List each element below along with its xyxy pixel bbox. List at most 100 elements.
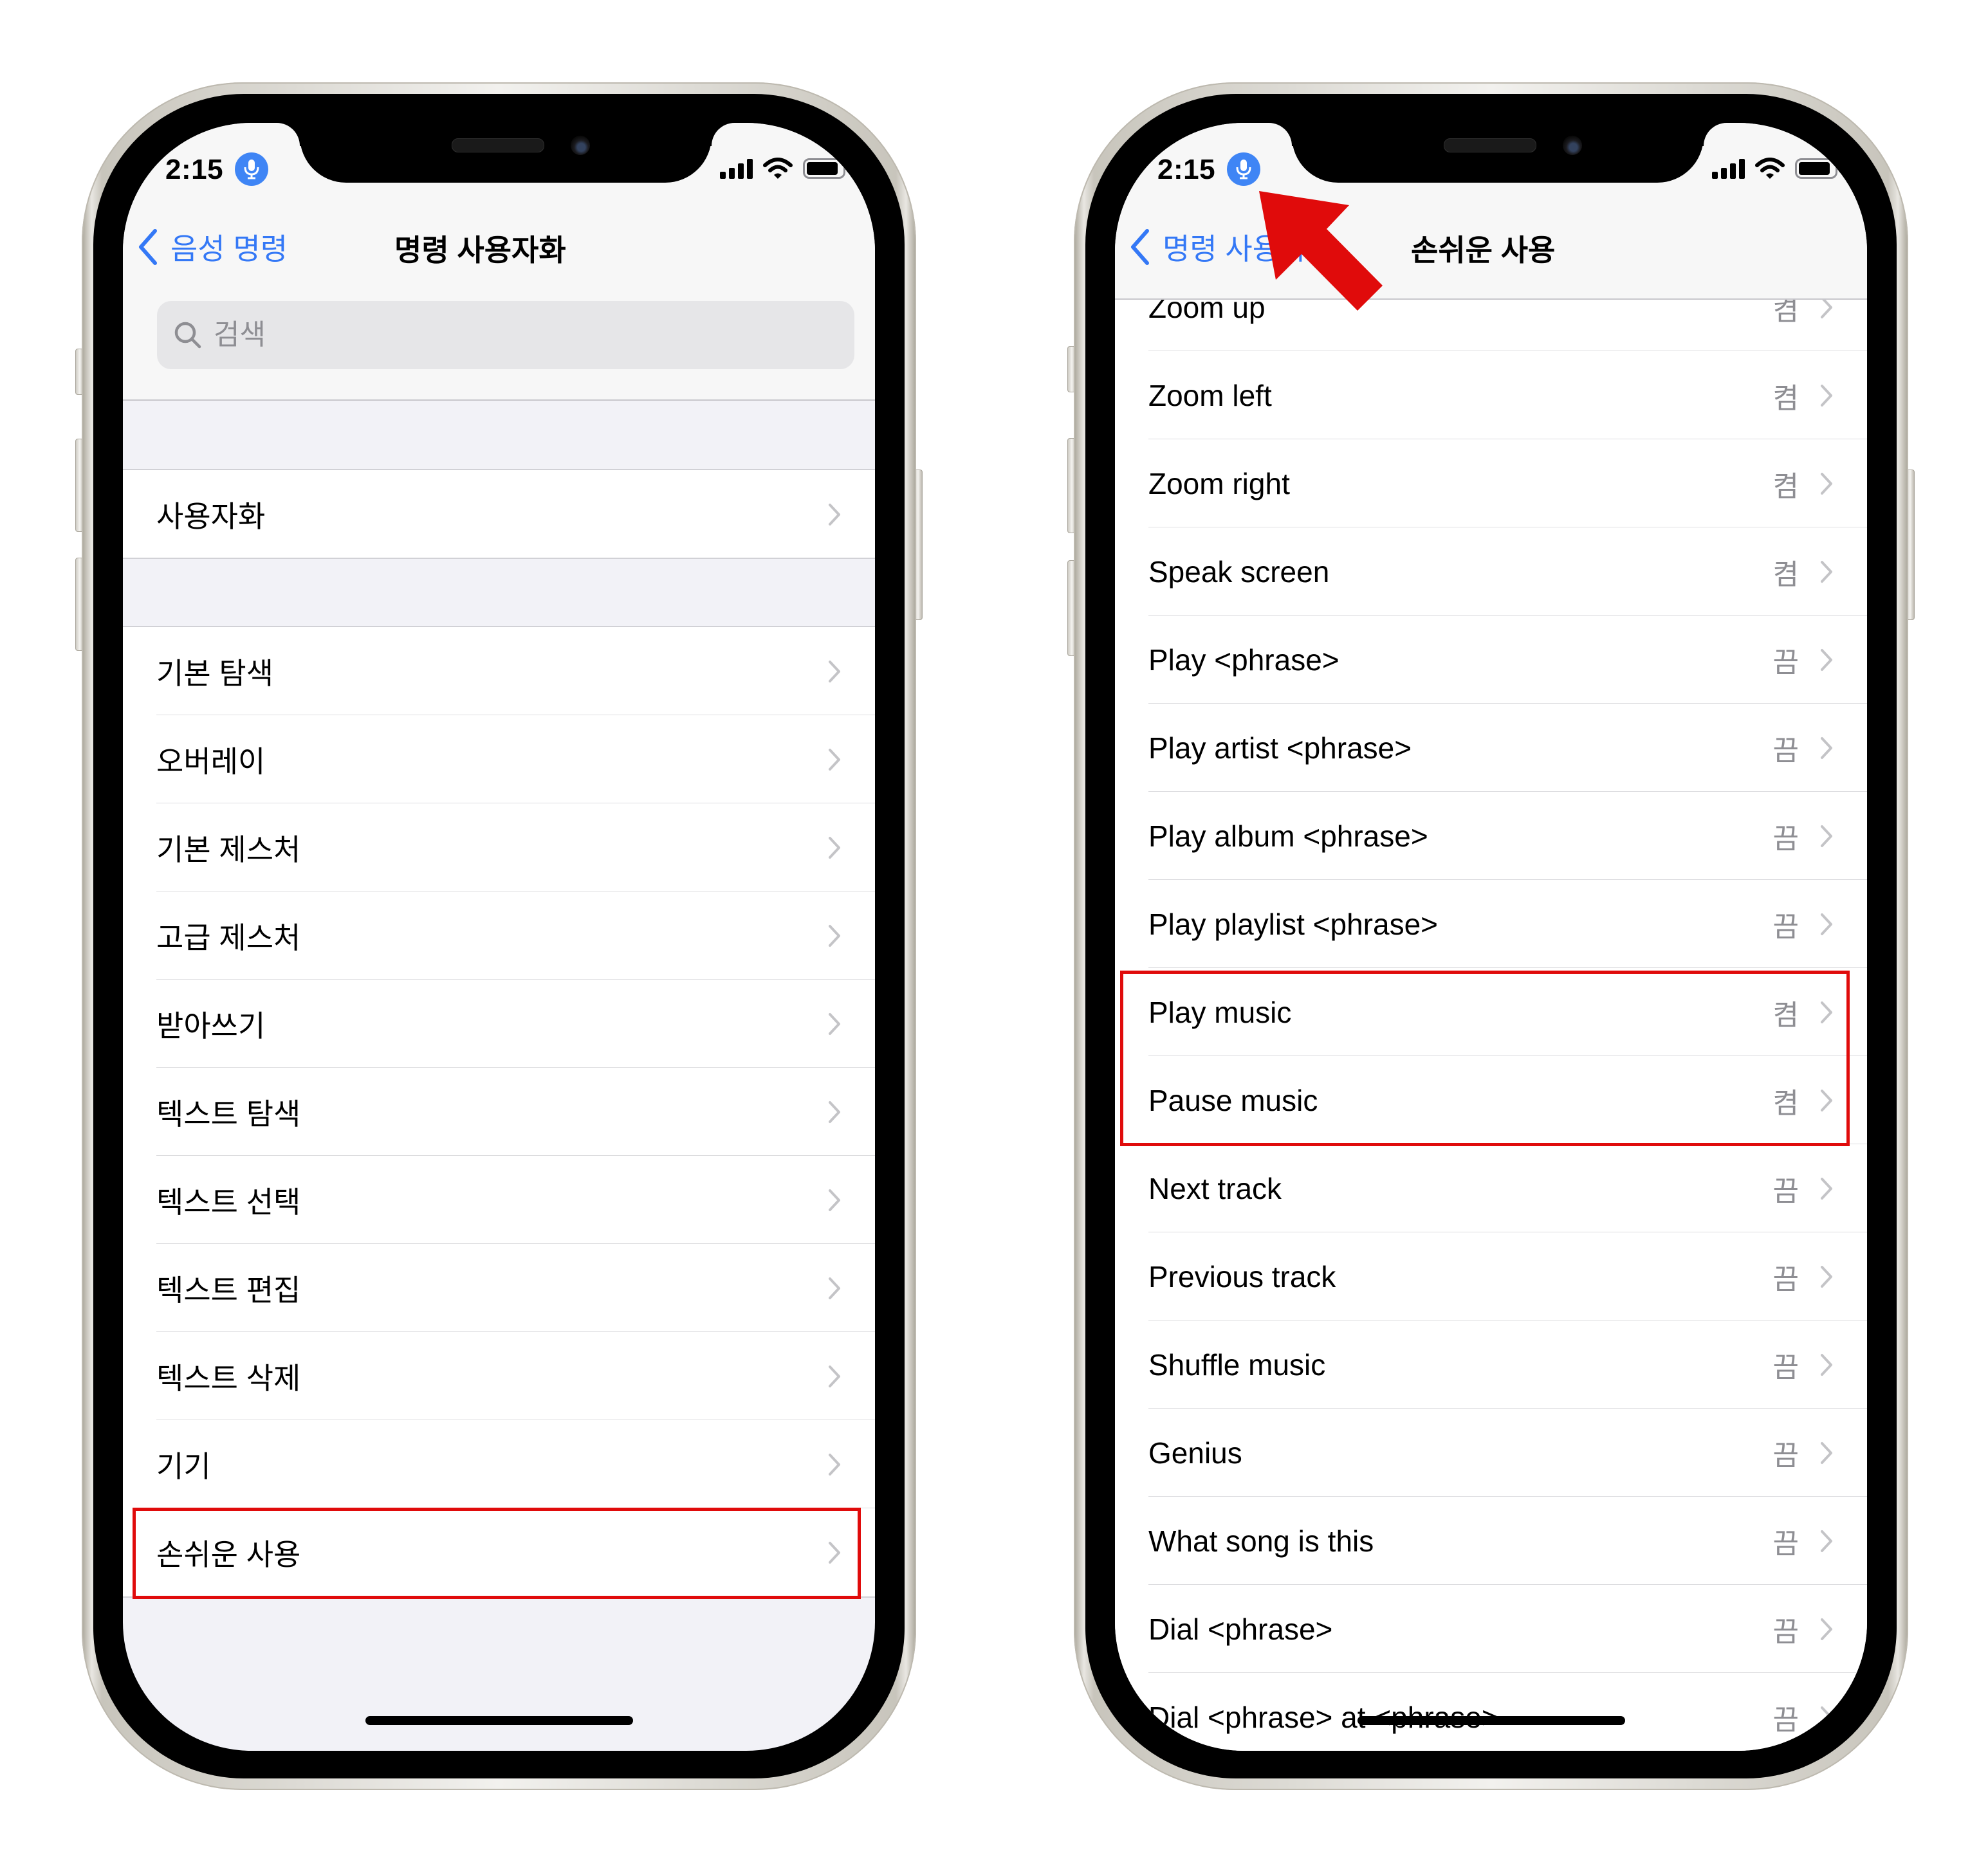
command-label: Dial <phrase> <box>1148 1612 1333 1646</box>
list-item[interactable]: 오버레이 <box>123 715 875 803</box>
command-row[interactable]: Previous track 끔 <box>1115 1232 1867 1320</box>
list-item-label: 사용자화 <box>156 499 266 533</box>
command-row[interactable]: Play artist <phrase> 끔 <box>1115 704 1867 792</box>
cellular-signal-icon <box>1712 158 1745 179</box>
navigation-bar: 음성 명령 명령 사용자화 <box>123 206 875 298</box>
screen: Zoom up 켬 Zoom left 켬 Zoom right 켬 Speak scree… <box>1115 123 1867 1751</box>
list-item[interactable]: 받아쓰기 <box>123 980 875 1068</box>
command-label: Next track <box>1148 1171 1282 1205</box>
chevron-right-icon <box>829 1012 840 1035</box>
command-status: 끔 <box>1772 1175 1799 1207</box>
command-label: Play album <phrase> <box>1148 819 1428 853</box>
chevron-right-icon <box>829 1189 840 1211</box>
chevron-right-icon <box>1821 384 1832 407</box>
command-row[interactable]: Shuffle music 끔 <box>1115 1320 1867 1409</box>
microphone-icon <box>235 152 268 186</box>
chevron-right-icon <box>1821 736 1832 759</box>
search-field[interactable] <box>157 301 854 369</box>
command-status: 끔 <box>1772 911 1799 943</box>
chevron-right-icon <box>1821 1353 1832 1376</box>
command-label: Zoom right <box>1148 466 1290 500</box>
list-item[interactable]: 기본 제스처 <box>123 803 875 891</box>
search-input[interactable] <box>212 318 794 352</box>
page-title: 명령 사용자화 <box>394 233 566 267</box>
phone-right: Zoom up 켬 Zoom left 켬 Zoom right 켬 Speak scree… <box>1067 82 1915 1790</box>
chevron-right-icon <box>829 748 840 771</box>
command-label: Speak screen <box>1148 554 1330 589</box>
command-row[interactable]: Speak screen 켬 <box>1115 527 1867 616</box>
list-item[interactable]: 기기 <box>123 1420 875 1508</box>
list-item-label: 받아쓰기 <box>156 1009 266 1043</box>
chevron-right-icon <box>1821 472 1832 495</box>
microphone-icon <box>1227 152 1260 186</box>
command-row[interactable]: Dial <phrase> 끔 <box>1115 1585 1867 1673</box>
command-status: 끔 <box>1772 823 1799 855</box>
chevron-right-icon <box>829 1365 840 1387</box>
list-item[interactable]: 텍스트 탐색 <box>123 1068 875 1156</box>
highlight-box-music-commands <box>1120 971 1850 1146</box>
list-item[interactable]: 고급 제스처 <box>123 891 875 980</box>
command-status: 켬 <box>1772 558 1799 590</box>
list-item-label: 고급 제스처 <box>156 920 301 955</box>
list-item-customize[interactable]: 사용자화 <box>123 470 875 558</box>
command-status: 켬 <box>1772 382 1799 414</box>
chevron-right-icon <box>1821 1530 1832 1552</box>
list-item[interactable]: 텍스트 편집 <box>123 1244 875 1332</box>
list-item-label: 텍스트 탐색 <box>156 1097 301 1131</box>
front-camera <box>571 136 590 155</box>
list-item[interactable]: 기본 탐색 <box>123 627 875 715</box>
command-label: Play <phrase> <box>1148 643 1339 677</box>
command-status: 끔 <box>1772 1616 1799 1648</box>
command-row[interactable]: Next track 끔 <box>1115 1144 1867 1232</box>
chevron-right-icon <box>1821 913 1832 935</box>
chevron-right-icon <box>829 836 840 859</box>
command-label: Shuffle music <box>1148 1348 1326 1382</box>
command-label: Play artist <phrase> <box>1148 731 1412 765</box>
chevron-right-icon <box>829 1453 840 1476</box>
list-item[interactable]: 텍스트 삭제 <box>123 1332 875 1420</box>
chevron-left-icon <box>139 229 157 265</box>
chevron-right-icon <box>1821 1706 1832 1728</box>
list-item[interactable]: 텍스트 선택 <box>123 1156 875 1244</box>
back-button[interactable]: 명령 사용자화 <box>1129 226 1334 268</box>
back-button[interactable]: 음성 명령 <box>137 226 288 268</box>
command-status: 끔 <box>1772 735 1799 767</box>
chevron-right-icon <box>1821 648 1832 671</box>
chevron-right-icon <box>1821 825 1832 847</box>
speaker-grille <box>1444 138 1536 152</box>
command-status: 켬 <box>1772 470 1799 502</box>
command-label: Previous track <box>1148 1259 1336 1293</box>
chevron-right-icon <box>829 924 840 947</box>
page-title: 손쉬운 사용 <box>1411 233 1556 267</box>
chevron-right-icon <box>1821 1265 1832 1288</box>
home-indicator[interactable] <box>1357 1716 1625 1725</box>
chevron-right-icon <box>1821 1618 1832 1640</box>
wifi-icon <box>763 158 793 179</box>
command-row[interactable]: Play album <phrase> 끔 <box>1115 792 1867 880</box>
command-row[interactable]: Play playlist <phrase> 끔 <box>1115 880 1867 968</box>
wifi-icon <box>1755 158 1785 179</box>
chevron-right-icon <box>829 660 840 682</box>
command-row[interactable]: Play <phrase> 끔 <box>1115 616 1867 704</box>
status-time: 2:15 <box>1157 154 1216 185</box>
command-row[interactable]: What song is this 끔 <box>1115 1497 1867 1585</box>
command-row[interactable]: Zoom left 켬 <box>1115 351 1867 439</box>
home-indicator[interactable] <box>365 1716 633 1725</box>
list-item-label: 텍스트 삭제 <box>156 1361 301 1395</box>
chevron-right-icon <box>1821 1441 1832 1464</box>
command-status: 끔 <box>1772 646 1799 679</box>
chevron-right-icon <box>829 503 840 525</box>
screen: 2:15 음성 명령 명령 사용자화 사용자화 <box>123 123 875 1751</box>
list-item-label: 기기 <box>156 1449 211 1483</box>
status-time: 2:15 <box>165 154 224 185</box>
command-status: 끔 <box>1772 1528 1799 1560</box>
command-row[interactable]: Dial <phrase> at <phrase> 끔 <box>1115 1673 1867 1751</box>
search-icon <box>174 322 201 349</box>
chevron-right-icon <box>1821 560 1832 583</box>
command-row[interactable]: Genius 끔 <box>1115 1409 1867 1497</box>
command-label: Zoom left <box>1148 378 1272 412</box>
battery-icon <box>1795 158 1841 179</box>
highlight-box-accessibility <box>133 1508 861 1599</box>
navigation-bar: 명령 사용자화 손쉬운 사용 <box>1115 206 1867 298</box>
command-row[interactable]: Zoom right 켬 <box>1115 439 1867 527</box>
